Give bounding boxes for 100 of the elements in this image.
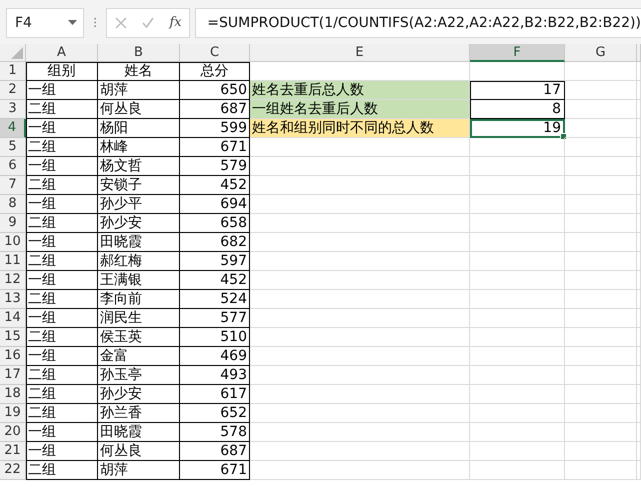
table-cell: 孙少安 bbox=[98, 385, 180, 404]
row-header[interactable]: 2 bbox=[0, 81, 26, 100]
row-header[interactable]: 14 bbox=[0, 309, 26, 328]
table-cell: 二组 bbox=[26, 366, 98, 385]
table-cell: 578 bbox=[180, 423, 250, 442]
table-cell: 一组 bbox=[26, 347, 98, 366]
empty-cell bbox=[565, 442, 637, 461]
drag-handle-icon bbox=[94, 16, 96, 29]
row-header[interactable]: 17 bbox=[0, 366, 26, 385]
summary-value: 19 bbox=[470, 119, 565, 138]
empty-cell bbox=[565, 252, 637, 271]
column-header[interactable]: G bbox=[565, 44, 637, 62]
row-header[interactable]: 6 bbox=[0, 157, 26, 176]
empty-cell bbox=[565, 195, 637, 214]
table-cell: 侯玉英 bbox=[98, 328, 180, 347]
formula-field[interactable]: =SUMPRODUCT(1/COUNTIFS(A2:A22,A2:A22,B2:B22,B2:B22)) bbox=[195, 8, 641, 38]
table-cell: 二组 bbox=[26, 252, 98, 271]
row-header[interactable]: 18 bbox=[0, 385, 26, 404]
table-cell: 493 bbox=[180, 366, 250, 385]
empty-cell bbox=[565, 138, 637, 157]
column-header[interactable]: A bbox=[26, 44, 98, 62]
table-cell: 469 bbox=[180, 347, 250, 366]
empty-cell bbox=[565, 176, 637, 195]
table-cell: 658 bbox=[180, 214, 250, 233]
row-header[interactable]: 16 bbox=[0, 347, 26, 366]
row-header[interactable]: 11 bbox=[0, 252, 26, 271]
row-header[interactable]: 4 bbox=[0, 119, 26, 138]
row-header[interactable]: 5 bbox=[0, 138, 26, 157]
table-cell: 孙兰香 bbox=[98, 404, 180, 423]
row-header[interactable]: 21 bbox=[0, 442, 26, 461]
table-cell: 孙玉亭 bbox=[98, 366, 180, 385]
insert-function-button[interactable]: fx bbox=[169, 15, 182, 30]
table-cell: 一组 bbox=[26, 119, 98, 138]
empty-cell bbox=[565, 214, 637, 233]
row-header[interactable]: 1 bbox=[0, 62, 26, 81]
column-header[interactable]: C bbox=[180, 44, 250, 62]
empty-cell bbox=[565, 271, 637, 290]
row-header[interactable]: 13 bbox=[0, 290, 26, 309]
row-header[interactable]: 20 bbox=[0, 423, 26, 442]
summary-value: 17 bbox=[470, 81, 565, 100]
empty-cell bbox=[565, 290, 637, 309]
table-cell: 林峰 bbox=[98, 138, 180, 157]
table-cell: 二组 bbox=[26, 461, 98, 480]
table-cell: 二组 bbox=[26, 176, 98, 195]
row-header[interactable]: 15 bbox=[0, 328, 26, 347]
table-cell: 杨文哲 bbox=[98, 157, 180, 176]
table-cell: 452 bbox=[180, 176, 250, 195]
table-cell: 一组 bbox=[26, 195, 98, 214]
table-cell: 一组 bbox=[26, 309, 98, 328]
table-cell: 金富 bbox=[98, 347, 180, 366]
table-cell: 671 bbox=[180, 138, 250, 157]
table-cell: 二组 bbox=[26, 100, 98, 119]
empty-cell bbox=[565, 119, 637, 138]
select-all-corner[interactable] bbox=[0, 44, 26, 62]
row-header[interactable]: 3 bbox=[0, 100, 26, 119]
table-cell: 二组 bbox=[26, 385, 98, 404]
empty-cell bbox=[565, 461, 637, 480]
table-cell: 孙少平 bbox=[98, 195, 180, 214]
table-cell: 姓名 bbox=[98, 62, 180, 81]
table-cell: 682 bbox=[180, 233, 250, 252]
table-cell: 杨阳 bbox=[98, 119, 180, 138]
table-cell: 王满银 bbox=[98, 271, 180, 290]
table-cell: 一组 bbox=[26, 233, 98, 252]
column-header[interactable]: B bbox=[98, 44, 180, 62]
row-header[interactable]: 8 bbox=[0, 195, 26, 214]
table-cell: 694 bbox=[180, 195, 250, 214]
empty-cell bbox=[565, 385, 637, 404]
column-header[interactable]: E bbox=[250, 44, 470, 62]
table-cell: 何丛良 bbox=[98, 442, 180, 461]
table-cell: 652 bbox=[180, 404, 250, 423]
table-cell: 胡萍 bbox=[98, 461, 180, 480]
table-cell: 671 bbox=[180, 461, 250, 480]
row-header[interactable]: 9 bbox=[0, 214, 26, 233]
name-box[interactable]: F4 bbox=[6, 8, 84, 38]
empty-cell bbox=[565, 233, 637, 252]
column-header[interactable]: F bbox=[470, 44, 565, 62]
empty-cell bbox=[565, 309, 637, 328]
table-cell: 一组 bbox=[26, 423, 98, 442]
cancel-icon[interactable] bbox=[114, 16, 127, 28]
table-cell: 郝红梅 bbox=[98, 252, 180, 271]
check-icon[interactable] bbox=[142, 16, 154, 28]
table-cell: 二组 bbox=[26, 290, 98, 309]
row-header[interactable]: 22 bbox=[0, 461, 26, 480]
row-header[interactable]: 10 bbox=[0, 233, 26, 252]
fill-handle[interactable] bbox=[560, 133, 567, 140]
row-header[interactable]: 7 bbox=[0, 176, 26, 195]
row-header[interactable]: 19 bbox=[0, 404, 26, 423]
table-cell: 胡萍 bbox=[98, 81, 180, 100]
table-cell: 524 bbox=[180, 290, 250, 309]
empty-cell bbox=[565, 328, 637, 347]
table-cell: 579 bbox=[180, 157, 250, 176]
table-cell: 二组 bbox=[26, 214, 98, 233]
table-cell: 二组 bbox=[26, 138, 98, 157]
caret-icon bbox=[68, 20, 77, 25]
select-all-triangle-icon[interactable] bbox=[11, 47, 23, 59]
row-header[interactable]: 12 bbox=[0, 271, 26, 290]
empty-cell bbox=[565, 100, 637, 119]
summary-label: 姓名去重后总人数 bbox=[250, 81, 470, 100]
table-cell: 二组 bbox=[26, 328, 98, 347]
summary-value: 8 bbox=[470, 100, 565, 119]
